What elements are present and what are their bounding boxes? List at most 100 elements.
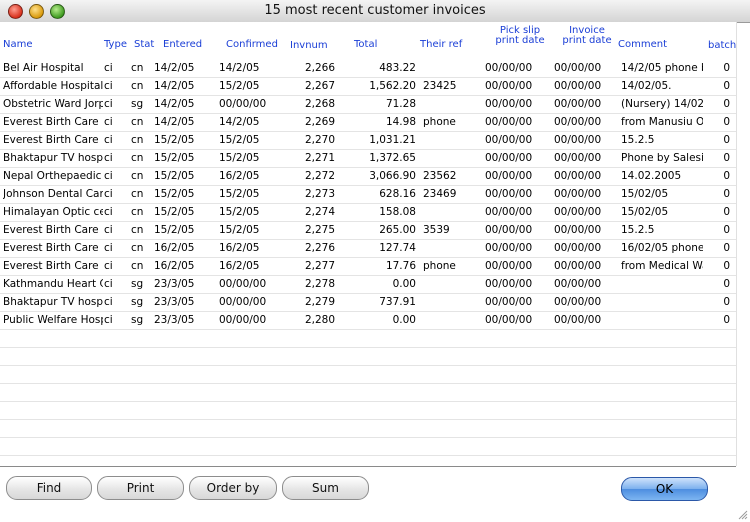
table-row[interactable]: Everest Birth Care ci cn 16/2/05 16/2/05 2,27… — [0, 257, 736, 276]
cell-comment: 15.2.5 — [621, 134, 655, 146]
cell-pick: 00/00/00 — [485, 188, 533, 200]
empty-table-row[interactable] — [0, 437, 736, 456]
invoices-window: 15 most recent customer invoices Name Ty… — [0, 0, 750, 522]
cell-comment: (Nursery) 14/02/ — [621, 98, 703, 110]
cell-invnum: 2,280 — [304, 314, 335, 326]
scroll-area-divider — [736, 22, 737, 466]
cell-stat: cn — [131, 188, 144, 200]
column-header-name[interactable]: Name — [3, 40, 33, 50]
table-row[interactable]: Everest Birth Care ci cn 15/2/05 15/2/05 2,27… — [0, 131, 736, 150]
cell-name: Bhaktapur TV hospit — [3, 296, 103, 308]
cell-stat: sg — [131, 278, 144, 290]
resize-grip-icon[interactable] — [736, 508, 748, 520]
cell-invnum: 2,266 — [304, 62, 335, 74]
cell-pick: 00/00/00 — [485, 314, 533, 326]
empty-table-row[interactable] — [0, 401, 736, 420]
empty-table-row[interactable] — [0, 329, 736, 348]
table-row[interactable]: Everest Birth Care ci cn 16/2/05 16/2/05 2,27… — [0, 239, 736, 258]
cell-inv: 00/00/00 — [554, 62, 602, 74]
cell-entered: 15/2/05 — [154, 206, 195, 218]
cell-name: Everest Birth Care — [3, 242, 99, 254]
cell-batch: 0 — [723, 314, 730, 326]
empty-table-row[interactable] — [0, 419, 736, 438]
cell-confirmed: 16/2/05 — [219, 242, 260, 254]
cell-inv: 00/00/00 — [554, 296, 602, 308]
table-row[interactable]: Bel Air Hospital ci cn 14/2/05 14/2/05 2,266 4… — [0, 59, 736, 78]
empty-table-row[interactable] — [0, 383, 736, 402]
cell-batch: 0 — [723, 98, 730, 110]
cell-inv: 00/00/00 — [554, 116, 602, 128]
cell-total: 483.22 — [379, 62, 416, 74]
cell-total: 0.00 — [392, 314, 416, 326]
cell-name: Obstetric Ward Jorpa — [3, 98, 103, 110]
sum-button[interactable]: Sum — [282, 476, 369, 500]
column-header-batch[interactable]: batch — [708, 41, 736, 51]
table-row[interactable]: Obstetric Ward Jorpa ci sg 14/2/05 00/00/00 2… — [0, 95, 736, 114]
cell-stat: cn — [131, 170, 144, 182]
cell-batch: 0 — [723, 152, 730, 164]
empty-table-row[interactable] — [0, 455, 736, 465]
cell-stat: cn — [131, 134, 144, 146]
cell-pick: 00/00/00 — [485, 134, 533, 146]
column-header-invnum[interactable]: Invnum — [290, 41, 328, 51]
table-row[interactable]: Bhaktapur TV hospit ci cn 15/2/05 15/2/05 2,2… — [0, 149, 736, 168]
cell-total: 17.76 — [385, 260, 416, 272]
cell-type: ci — [104, 170, 113, 182]
cell-entered: 23/3/05 — [154, 314, 195, 326]
table-row[interactable]: Johnson Dental Care ci cn 15/2/05 15/2/05 2,2… — [0, 185, 736, 204]
cell-comment: Phone by Salesi(1 — [621, 152, 703, 164]
table-row[interactable]: Everest Birth Care ci cn 14/2/05 14/2/05 2,26… — [0, 113, 736, 132]
cell-entered: 15/2/05 — [154, 152, 195, 164]
cell-name: Public Welfare Hospi — [3, 314, 103, 326]
cell-batch: 0 — [723, 242, 730, 254]
empty-table-row[interactable] — [0, 365, 736, 384]
cell-batch: 0 — [723, 134, 730, 146]
column-header-invoice-print[interactable]: Invoice print date — [560, 26, 614, 46]
column-header-stat[interactable]: Stat — [134, 40, 154, 50]
table-row[interactable]: Affordable Hospital (ci cn 14/2/05 15/2/05 2… — [0, 77, 736, 96]
cell-pick: 00/00/00 — [485, 98, 533, 110]
cell-invnum: 2,277 — [304, 260, 335, 272]
table-row[interactable]: Nepal Orthepaedic Hci cn 15/2/05 16/2/05 2,2… — [0, 167, 736, 186]
table-row[interactable]: Bhaktapur TV hospit ci sg 23/3/05 00/00/00 2,… — [0, 293, 736, 312]
cell-stat: cn — [131, 62, 144, 74]
cell-total: 628.16 — [379, 188, 416, 200]
find-button[interactable]: Find — [6, 476, 92, 500]
column-header-total[interactable]: Total — [354, 40, 377, 50]
table-row[interactable]: Kathmandu Heart Ca ci sg 23/3/05 00/00/00 2,2… — [0, 275, 736, 294]
cell-name: Bel Air Hospital — [3, 62, 84, 74]
cell-total: 1,372.65 — [369, 152, 416, 164]
order-by-button[interactable]: Order by — [189, 476, 277, 500]
cell-entered: 15/2/05 — [154, 224, 195, 236]
column-header-confirmed[interactable]: Confirmed — [226, 40, 278, 50]
column-header-type[interactable]: Type — [104, 40, 127, 50]
cell-confirmed: 00/00/00 — [219, 296, 267, 308]
cell-total: 1,031.21 — [369, 134, 416, 146]
cell-entered: 16/2/05 — [154, 260, 195, 272]
column-header-invoice-print-line2: print date — [562, 35, 612, 46]
cell-name: Kathmandu Heart Ca — [3, 278, 103, 290]
cell-inv: 00/00/00 — [554, 80, 602, 92]
invoice-table[interactable]: Bel Air Hospital ci cn 14/2/05 14/2/05 2,266 4… — [0, 59, 736, 465]
cell-invnum: 2,276 — [304, 242, 335, 254]
cell-stat: cn — [131, 116, 144, 128]
table-row[interactable]: Public Welfare Hospi ci sg 23/3/05 00/00/00 2… — [0, 311, 736, 330]
cell-name: Johnson Dental Care — [3, 188, 103, 200]
table-row[interactable]: Everest Birth Care ci cn 15/2/05 15/2/05 2,27… — [0, 221, 736, 240]
print-button[interactable]: Print — [97, 476, 184, 500]
cell-inv: 00/00/00 — [554, 242, 602, 254]
cell-invnum: 2,271 — [304, 152, 335, 164]
column-header-their-ref[interactable]: Their ref — [420, 40, 462, 50]
cell-type: ci — [104, 278, 113, 290]
empty-table-row[interactable] — [0, 347, 736, 366]
title-bar[interactable]: 15 most recent customer invoices — [0, 0, 750, 23]
ok-button[interactable]: OK — [621, 477, 708, 501]
cell-name: Affordable Hospital ( — [3, 80, 103, 92]
cell-inv: 00/00/00 — [554, 170, 602, 182]
table-row[interactable]: Himalayan Optic cen ci cn 15/2/05 15/2/05 2,2… — [0, 203, 736, 222]
column-header-comment[interactable]: Comment — [618, 40, 667, 50]
cell-pick: 00/00/00 — [485, 152, 533, 164]
column-header-pick-slip[interactable]: Pick slip print date — [492, 26, 548, 46]
column-header-entered[interactable]: Entered — [163, 40, 202, 50]
column-header: Name Type Stat Entered Confirmed Invnum … — [0, 22, 736, 56]
